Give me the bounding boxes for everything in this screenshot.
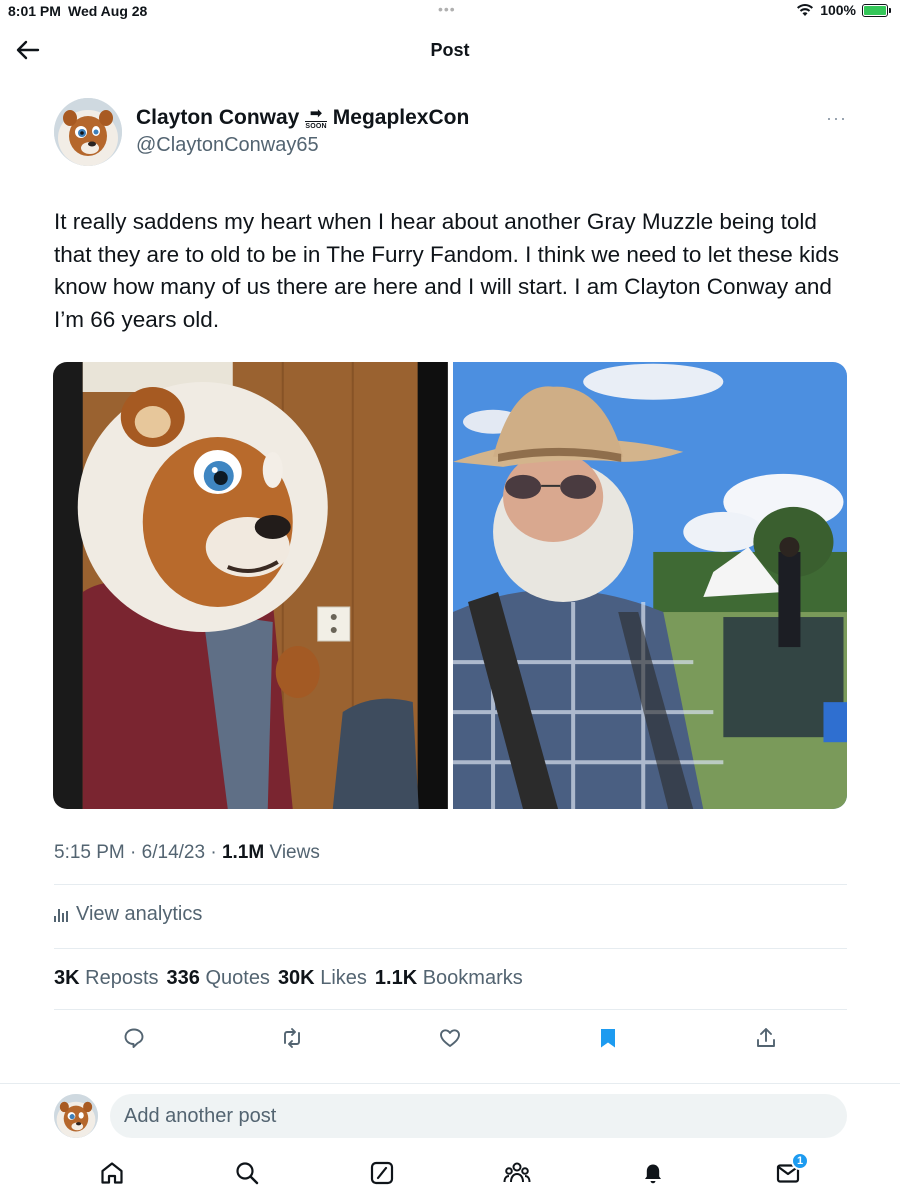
likes-stat[interactable]: 30K Likes bbox=[278, 967, 367, 990]
like-button[interactable] bbox=[434, 1022, 466, 1054]
post-header: Post bbox=[0, 30, 900, 72]
battery-fill bbox=[864, 5, 886, 15]
views-count: 1.1M bbox=[221, 842, 265, 863]
media-image-cowboy[interactable] bbox=[452, 362, 847, 809]
post-actions bbox=[0, 1022, 900, 1058]
share-button[interactable] bbox=[750, 1022, 782, 1054]
ellipsis-icon: ··· bbox=[826, 108, 847, 128]
repost-button[interactable] bbox=[276, 1022, 308, 1054]
soon-arrow-emoji: ➡ SOON bbox=[305, 105, 327, 130]
notifications-icon bbox=[645, 1164, 661, 1184]
quotes-stat[interactable]: 336 Quotes bbox=[167, 967, 270, 990]
arrow-right-icon: ➡ bbox=[309, 105, 323, 122]
post-date[interactable]: 6/14/23 bbox=[142, 842, 205, 863]
reply-avatar bbox=[54, 1094, 98, 1138]
grok-icon bbox=[370, 1161, 394, 1185]
reposts-stat[interactable]: 3K Reposts bbox=[54, 967, 159, 990]
battery-icon bbox=[862, 3, 891, 17]
author-name-suffix: MegaplexCon bbox=[332, 106, 470, 129]
fursuit-photo bbox=[53, 362, 448, 809]
reply-composer: Add another post bbox=[0, 1083, 900, 1143]
meta-separator: · bbox=[210, 842, 217, 863]
soon-label: SOON bbox=[305, 121, 327, 130]
page-title: Post bbox=[430, 40, 470, 60]
post-text: It really saddens my heart when I hear a… bbox=[54, 209, 840, 333]
cowboy-photo bbox=[452, 362, 847, 809]
home-icon bbox=[101, 1162, 123, 1184]
bottom-tab-bar: 1 bbox=[0, 1150, 900, 1200]
communities-icon bbox=[503, 1162, 531, 1183]
meta-separator: · bbox=[130, 842, 137, 863]
status-indicators: 100% bbox=[796, 2, 891, 18]
tab-notifications[interactable] bbox=[636, 1156, 670, 1190]
bar-chart-icon bbox=[54, 908, 68, 922]
author-avatar[interactable] bbox=[54, 98, 122, 166]
multitasking-dots[interactable]: ••• bbox=[438, 1, 456, 17]
engagement-stats: 3K Reposts 336 Quotes 30K Likes 1.1K Boo… bbox=[54, 967, 523, 990]
more-options-button[interactable]: ··· bbox=[826, 108, 847, 129]
fursuit-avatar-image bbox=[54, 98, 122, 166]
media-image-fursuit[interactable] bbox=[53, 362, 448, 809]
divider bbox=[54, 1009, 847, 1010]
reply-input[interactable]: Add another post bbox=[110, 1094, 847, 1138]
tab-grok[interactable] bbox=[365, 1156, 399, 1190]
status-bar: 8:01 PM Wed Aug 28 ••• 100% bbox=[0, 0, 900, 22]
bookmark-button[interactable] bbox=[592, 1022, 624, 1054]
share-icon bbox=[757, 1028, 775, 1047]
divider bbox=[54, 884, 847, 885]
author-name[interactable]: Clayton Conway ➡ SOON MegaplexCon bbox=[136, 106, 469, 130]
author-handle[interactable]: @ClaytonConway65 bbox=[136, 134, 319, 157]
repost-icon bbox=[284, 1028, 300, 1048]
tab-communities[interactable] bbox=[500, 1156, 534, 1190]
search-icon bbox=[236, 1162, 259, 1185]
divider bbox=[54, 948, 847, 949]
reply-button[interactable] bbox=[118, 1022, 150, 1054]
view-analytics-label: View analytics bbox=[76, 903, 203, 925]
post-metadata: 5:15 PM · 6/14/23 · 1.1M Views bbox=[54, 842, 320, 864]
tab-messages[interactable]: 1 bbox=[771, 1152, 809, 1190]
author-display-name: Clayton Conway bbox=[136, 106, 300, 129]
reply-icon bbox=[124, 1028, 144, 1048]
tab-home[interactable] bbox=[95, 1156, 129, 1190]
bookmark-icon bbox=[601, 1029, 615, 1048]
view-analytics-link[interactable]: View analytics bbox=[54, 903, 202, 926]
status-time: 8:01 PM bbox=[8, 3, 61, 19]
views-label: Views bbox=[269, 842, 320, 863]
post-time: 5:15 PM bbox=[54, 842, 125, 863]
wifi-icon bbox=[797, 3, 814, 16]
messages-badge: 1 bbox=[791, 1152, 809, 1170]
battery-percent: 100% bbox=[820, 2, 856, 18]
heart-icon bbox=[440, 1029, 460, 1047]
bookmarks-stat[interactable]: 1.1K Bookmarks bbox=[375, 967, 523, 990]
status-date: Wed Aug 28 bbox=[68, 3, 148, 19]
fursuit-avatar-image bbox=[54, 1094, 98, 1138]
media-grid bbox=[53, 362, 847, 809]
tab-search[interactable] bbox=[230, 1156, 264, 1190]
